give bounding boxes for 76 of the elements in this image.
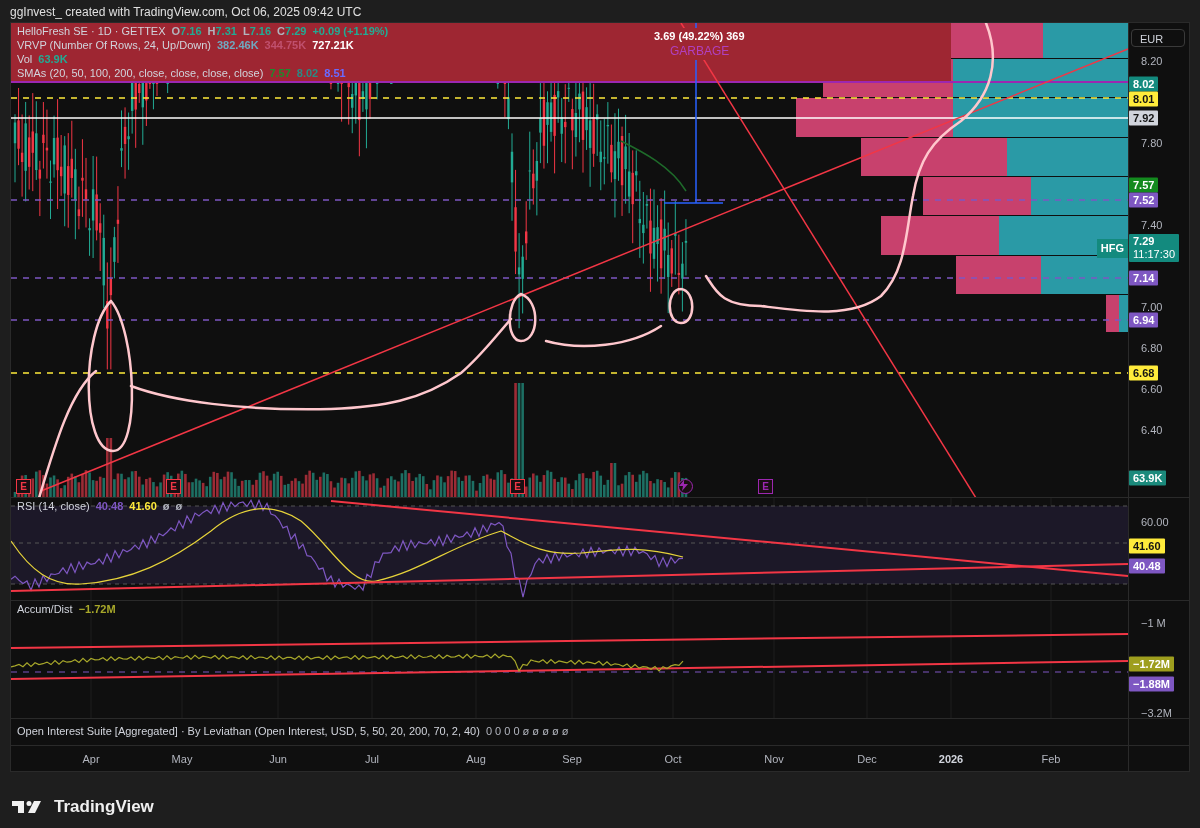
indicator-value: ø — [175, 500, 183, 513]
freehand-stroke[interactable] — [508, 292, 537, 343]
indicator-tag: 40.48 — [1129, 558, 1165, 574]
earnings-marker[interactable]: E — [758, 479, 773, 494]
trend-line[interactable] — [330, 500, 1128, 577]
price-label: 6.40 — [1141, 422, 1163, 438]
indicator-title[interactable]: VRVP (Number Of Rows, 24, Up/Down) — [17, 39, 211, 52]
price-label: 7.00 — [1141, 299, 1163, 315]
note-label: GARBAGE — [668, 42, 732, 60]
freehand-stroke[interactable] — [668, 287, 694, 325]
indicator-tag: −1.72M — [1129, 656, 1174, 672]
moving-average-line — [620, 140, 687, 192]
currency-button[interactable]: EUR — [1131, 29, 1185, 47]
trend-line[interactable] — [11, 660, 1128, 680]
price-tag: 7.14 — [1129, 270, 1159, 286]
price-tag: 8.01 — [1129, 91, 1159, 107]
indicator-value: −1.72M — [78, 603, 116, 616]
indicator-value: 63.9K — [38, 53, 68, 66]
indicator-title[interactable]: Accum/Dist — [17, 603, 73, 616]
price-level-line[interactable] — [11, 199, 1128, 201]
indicator-title[interactable]: RSI (14, close) — [17, 500, 90, 513]
freehand-stroke[interactable] — [87, 299, 134, 453]
ohlc-value: O7.16 — [171, 25, 202, 38]
indicator-value: 344.75K — [264, 39, 307, 52]
price-tag: 6.68 — [1129, 365, 1159, 381]
indicator-value: 8.02 — [296, 67, 319, 80]
price-label: 8.20 — [1141, 53, 1163, 69]
level-line[interactable] — [11, 671, 1128, 673]
price-level-line[interactable] — [11, 319, 1128, 321]
indicator-tag: −1.88M — [1129, 676, 1174, 692]
price-tag: 6.94 — [1129, 312, 1159, 328]
header-text: ggInvest_ created with TradingView.com, Oct 06, 2025 09:42 UTC — [9, 4, 363, 21]
indicator-value: 382.46K — [217, 39, 259, 52]
indicator-title[interactable]: Vol — [17, 53, 33, 66]
freehand-stroke[interactable] — [544, 324, 663, 348]
trend-line[interactable] — [11, 563, 1128, 592]
price-tag: 7.52 — [1129, 192, 1159, 208]
measure-label: 3.69 (49.22%) 369 — [652, 28, 747, 45]
ohlc-value: L7.16 — [242, 25, 272, 38]
ad-scale-label: −1 M — [1141, 615, 1166, 631]
indicator-value: 8.51 — [324, 67, 346, 80]
earnings-marker[interactable]: E — [166, 479, 181, 494]
indicator-tag: 41.60 — [1129, 538, 1165, 554]
price-label: 7.40 — [1141, 217, 1163, 233]
indicator-value: 40.48 — [95, 500, 124, 513]
indicator-title[interactable]: Open Interest Suite [Aggregated] · By Leviathan (Open Interest, USD, 5, 50, 20, 200, 70, 2, 40) — [17, 725, 480, 738]
volume-tag: 63.9K — [1129, 470, 1167, 486]
lightning-icon[interactable] — [678, 479, 693, 494]
price-label: 7.80 — [1141, 135, 1163, 151]
price-tag: 7.29 11:17:30 — [1129, 234, 1179, 262]
indicator-title[interactable]: SMAs (20, 50, 100, 200, close, close, close, close) — [17, 67, 264, 80]
price-label: 6.60 — [1141, 381, 1163, 397]
price-tag: 7.57 — [1129, 177, 1159, 193]
price-tag: 7.92 — [1129, 110, 1159, 126]
earnings-marker[interactable]: E — [510, 479, 525, 494]
price-label: 6.80 — [1141, 340, 1163, 356]
earnings-marker[interactable]: E — [16, 479, 31, 494]
indicator-title[interactable]: HelloFresh SE · 1D · GETTEX — [17, 25, 166, 38]
price-level-line[interactable] — [11, 277, 1128, 279]
indicator-value: +0.09 (+1.19%) — [312, 25, 389, 38]
freehand-stroke[interactable] — [129, 317, 513, 411]
price-tag: 8.02 — [1129, 76, 1159, 92]
time-axis[interactable]: Apr May Jun Jul Aug Sep Oct Nov Dec 2026 Feb — [11, 746, 1128, 771]
indicator-value: 727.21K — [312, 39, 354, 52]
indicator-value: 41.60 — [129, 500, 157, 513]
ohlc-value: H7.31 — [207, 25, 237, 38]
trend-line[interactable] — [11, 633, 1128, 649]
indicator-value: 0 0 0 0 ø ø ø ø ø — [485, 725, 569, 738]
ohlc-value: C7.29 — [277, 25, 307, 38]
indicator-value: 7.57 — [269, 67, 291, 80]
ad-scale-label: −3.2M — [1141, 705, 1172, 721]
rsi-scale-label: 60.00 — [1141, 514, 1169, 530]
brand-name: TradingView — [54, 796, 154, 818]
freehand-stroke[interactable] — [37, 369, 98, 497]
symbol-tag: HFG — [1096, 239, 1128, 258]
indicator-value: ø — [162, 500, 170, 513]
